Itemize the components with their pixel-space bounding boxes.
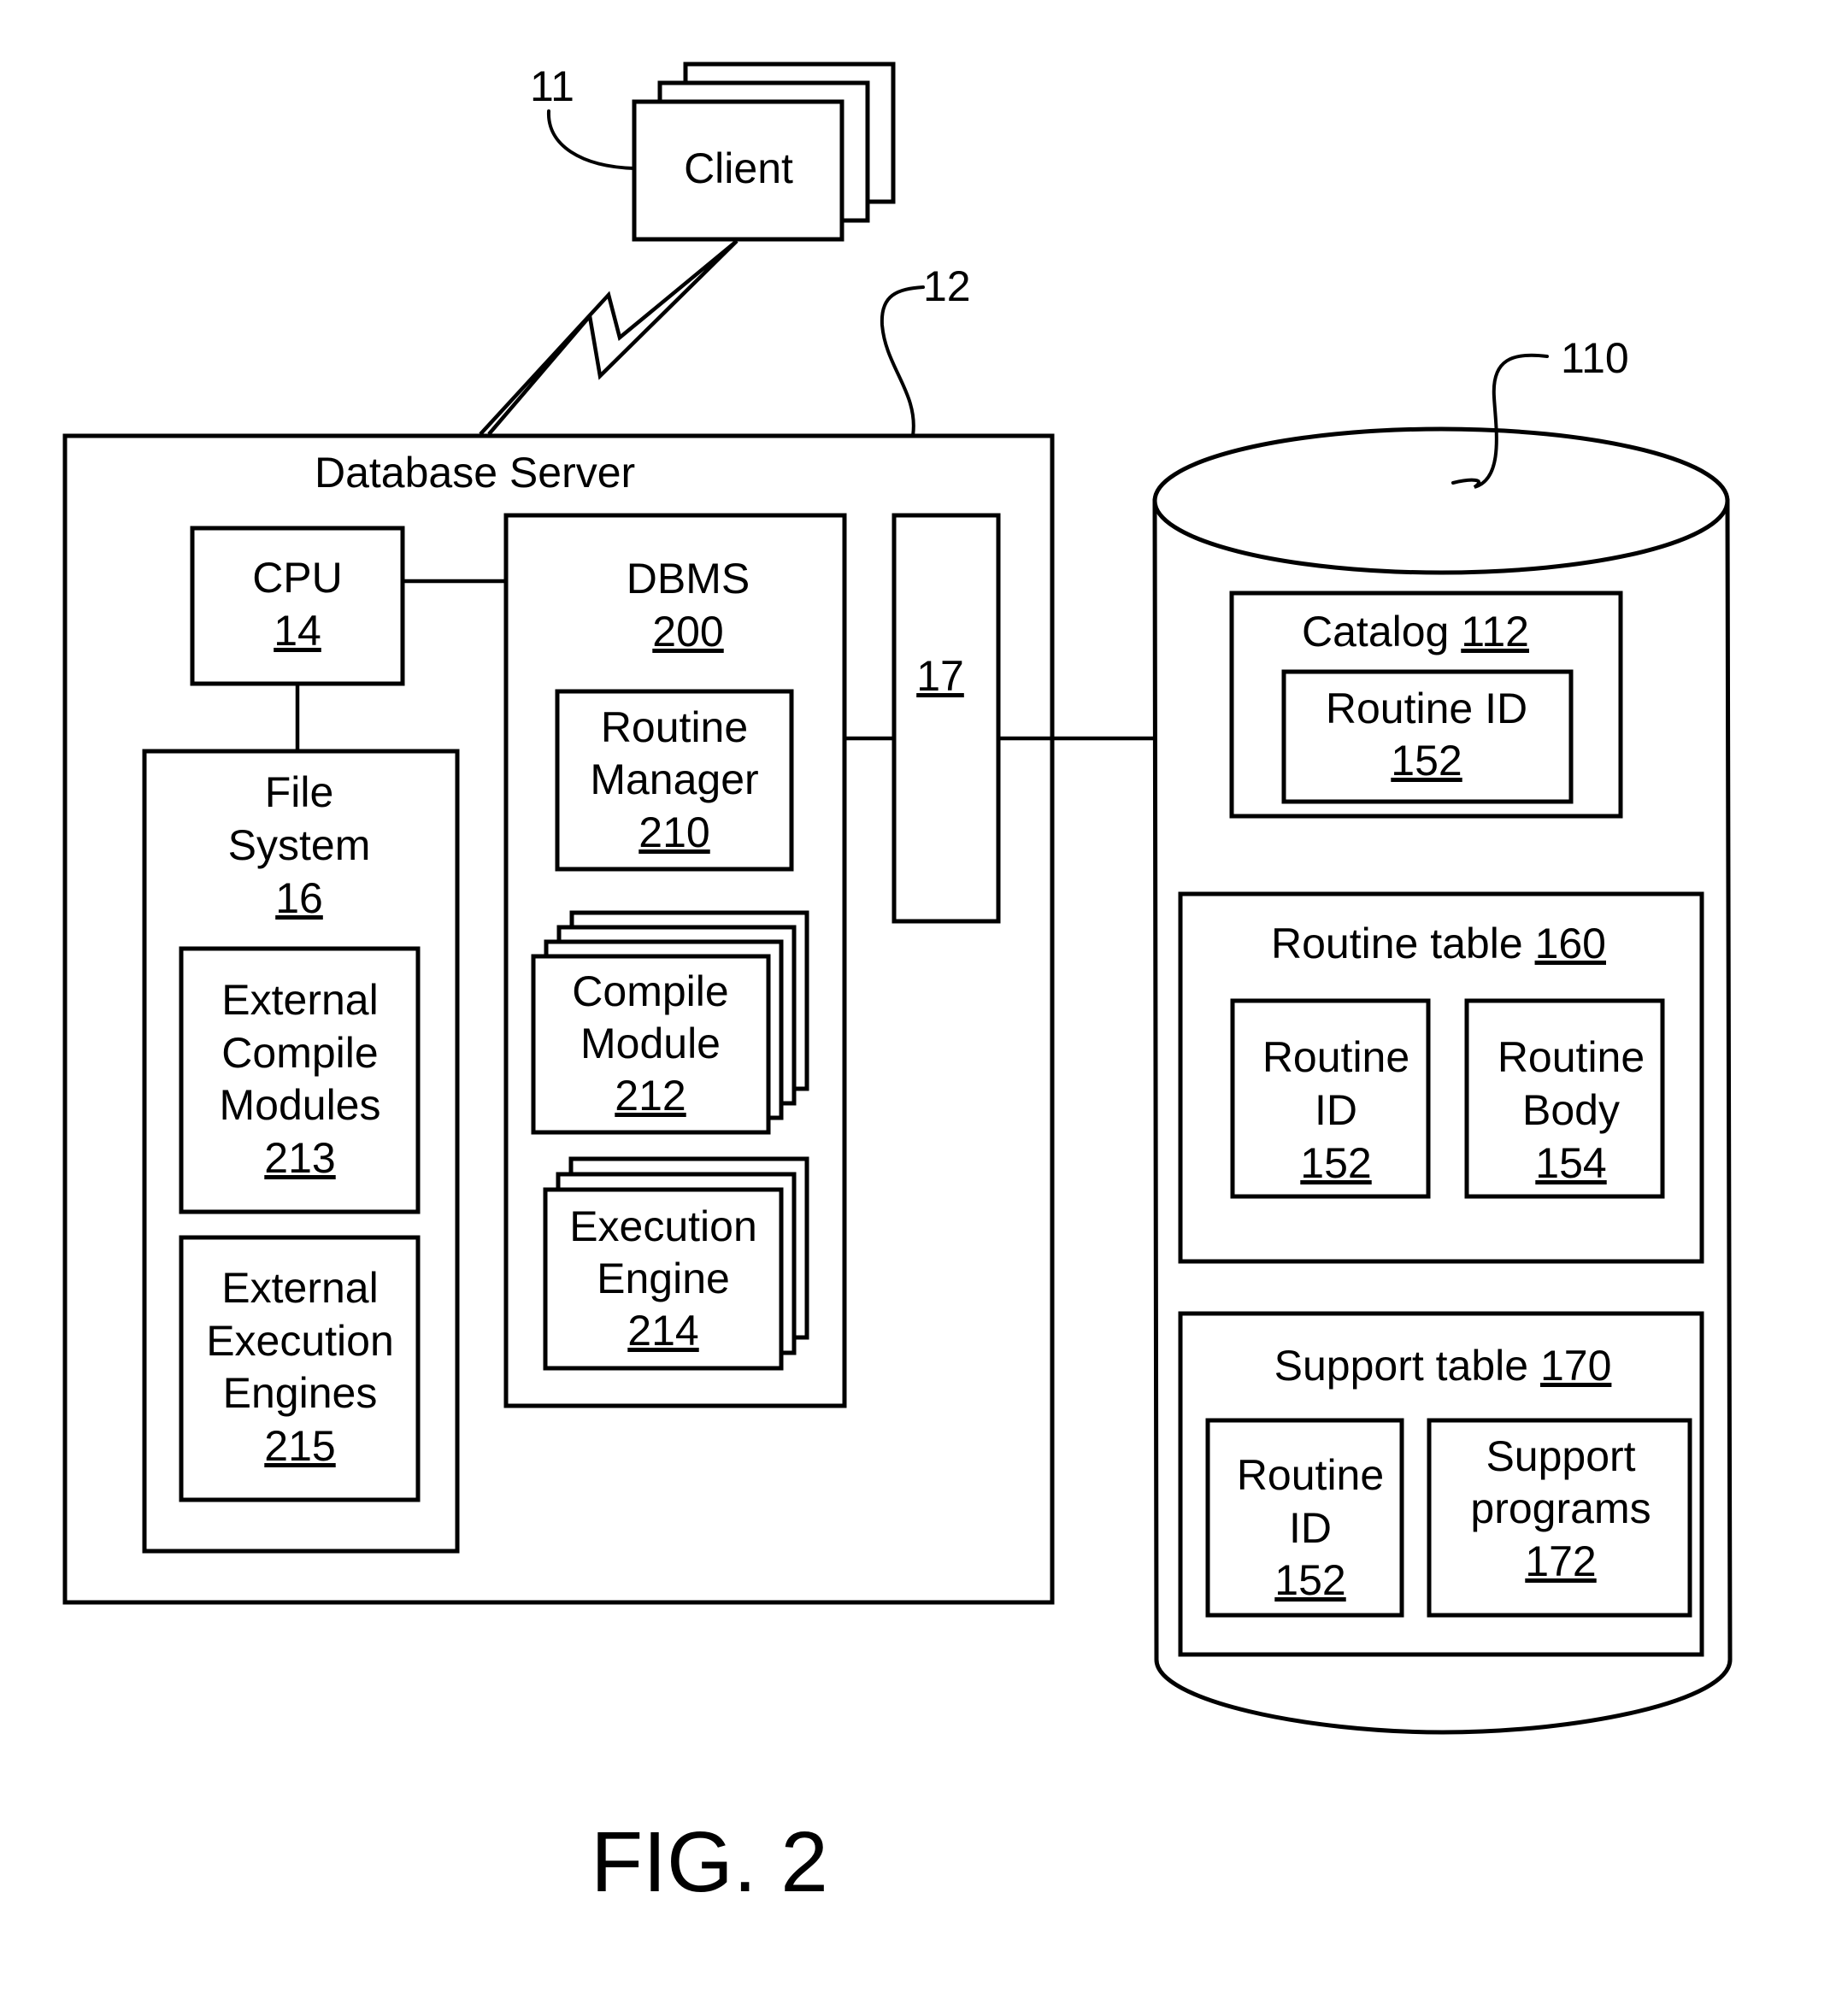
diagram-canvas: Client 11 Database Server 12 CPU 14 File… <box>62 62 1733 1910</box>
routine-manager-line1: Routine <box>601 703 748 751</box>
catalog-ref: 112 <box>1461 608 1529 655</box>
support-programs-line2: programs <box>1470 1484 1651 1532</box>
routine-manager-ref: 210 <box>638 808 709 856</box>
compile-module-line2: Module <box>580 1020 721 1067</box>
cpu-ref: 14 <box>274 607 321 655</box>
external-compile-modules-ref: 213 <box>264 1134 335 1182</box>
support-programs-ref: 172 <box>1525 1537 1596 1585</box>
file-system-ref: 16 <box>275 874 323 922</box>
external-compile-modules-line2: Compile <box>221 1029 378 1077</box>
external-compile-modules-line3: Modules <box>220 1081 381 1129</box>
catalog-label: Catalog 112 <box>1302 608 1529 655</box>
compile-module-line1: Compile <box>572 967 728 1015</box>
routine-body-line2: Body <box>1522 1086 1620 1134</box>
support-programs-line1: Support <box>1486 1432 1635 1480</box>
support-table-routine-id-line1: Routine <box>1237 1451 1384 1499</box>
cpu-box-group: CPU 14 <box>190 526 405 686</box>
database-ref-label: 110 <box>1561 334 1629 382</box>
database-server-ref-label: 12 <box>923 262 971 310</box>
support-table-routine-id-line2: ID <box>1289 1504 1332 1552</box>
catalog-routine-id-label: Routine ID <box>1326 685 1527 732</box>
client-leader-line <box>546 109 636 170</box>
execution-engine-line1: Execution <box>569 1202 757 1250</box>
interface-box <box>892 513 1001 924</box>
file-system-label-line1: File <box>265 768 334 816</box>
routine-table-routine-id-ref: 152 <box>1300 1139 1371 1187</box>
external-compile-modules-line1: External <box>221 976 378 1024</box>
database-server-leader-line <box>880 285 925 438</box>
routine-table-ref: 160 <box>1535 920 1606 967</box>
client-ref-label: 11 <box>530 62 574 110</box>
external-execution-engines-line3: Engines <box>223 1369 378 1417</box>
external-execution-engines-ref: 215 <box>264 1422 335 1470</box>
interface-ref: 17 <box>916 652 964 700</box>
execution-engine-line2: Engine <box>597 1255 730 1302</box>
compile-module-ref: 212 <box>615 1072 686 1120</box>
routine-body-ref: 154 <box>1535 1139 1606 1187</box>
catalog-group: Catalog 112 Routine ID 152 <box>1229 591 1623 819</box>
routine-manager-line2: Manager <box>590 755 758 803</box>
client-stack: Client <box>632 62 896 242</box>
support-table-ref: 170 <box>1540 1342 1611 1390</box>
cpu-box <box>190 526 405 686</box>
database-server-label: Database Server <box>315 449 635 497</box>
file-system-group: File System 16 External Compile Modules … <box>142 749 460 1554</box>
routine-table-routine-id-line1: Routine <box>1262 1033 1409 1081</box>
support-table-label: Support table 170 <box>1274 1342 1612 1390</box>
catalog-routine-id-ref: 152 <box>1391 737 1462 785</box>
support-table-group: Support table 170 Routine ID 152 Support… <box>1178 1311 1704 1657</box>
routine-table-routine-id-line2: ID <box>1315 1086 1357 1134</box>
external-execution-engines-line1: External <box>221 1264 378 1312</box>
support-table-routine-id-ref: 152 <box>1274 1556 1345 1604</box>
wireless-link-icon <box>479 239 739 436</box>
routine-body-line1: Routine <box>1498 1033 1645 1081</box>
dbms-label: DBMS <box>627 555 750 602</box>
cpu-label: CPU <box>252 554 343 602</box>
dbms-group: DBMS 200 Routine Manager 210 Compile Mod… <box>503 513 847 1408</box>
external-execution-engines-line2: Execution <box>206 1317 394 1365</box>
database-cylinder-top <box>1152 426 1730 575</box>
routine-table-group: Routine table 160 Routine ID 152 Routine… <box>1178 891 1704 1264</box>
dbms-ref: 200 <box>652 608 723 655</box>
figure-label: FIG. 2 <box>591 1814 828 1910</box>
execution-engine-ref: 214 <box>627 1307 698 1355</box>
file-system-label-line2: System <box>228 821 371 869</box>
routine-table-label: Routine table 160 <box>1271 920 1606 967</box>
client-label: Client <box>684 144 793 192</box>
interface-group: 17 <box>892 513 1001 924</box>
